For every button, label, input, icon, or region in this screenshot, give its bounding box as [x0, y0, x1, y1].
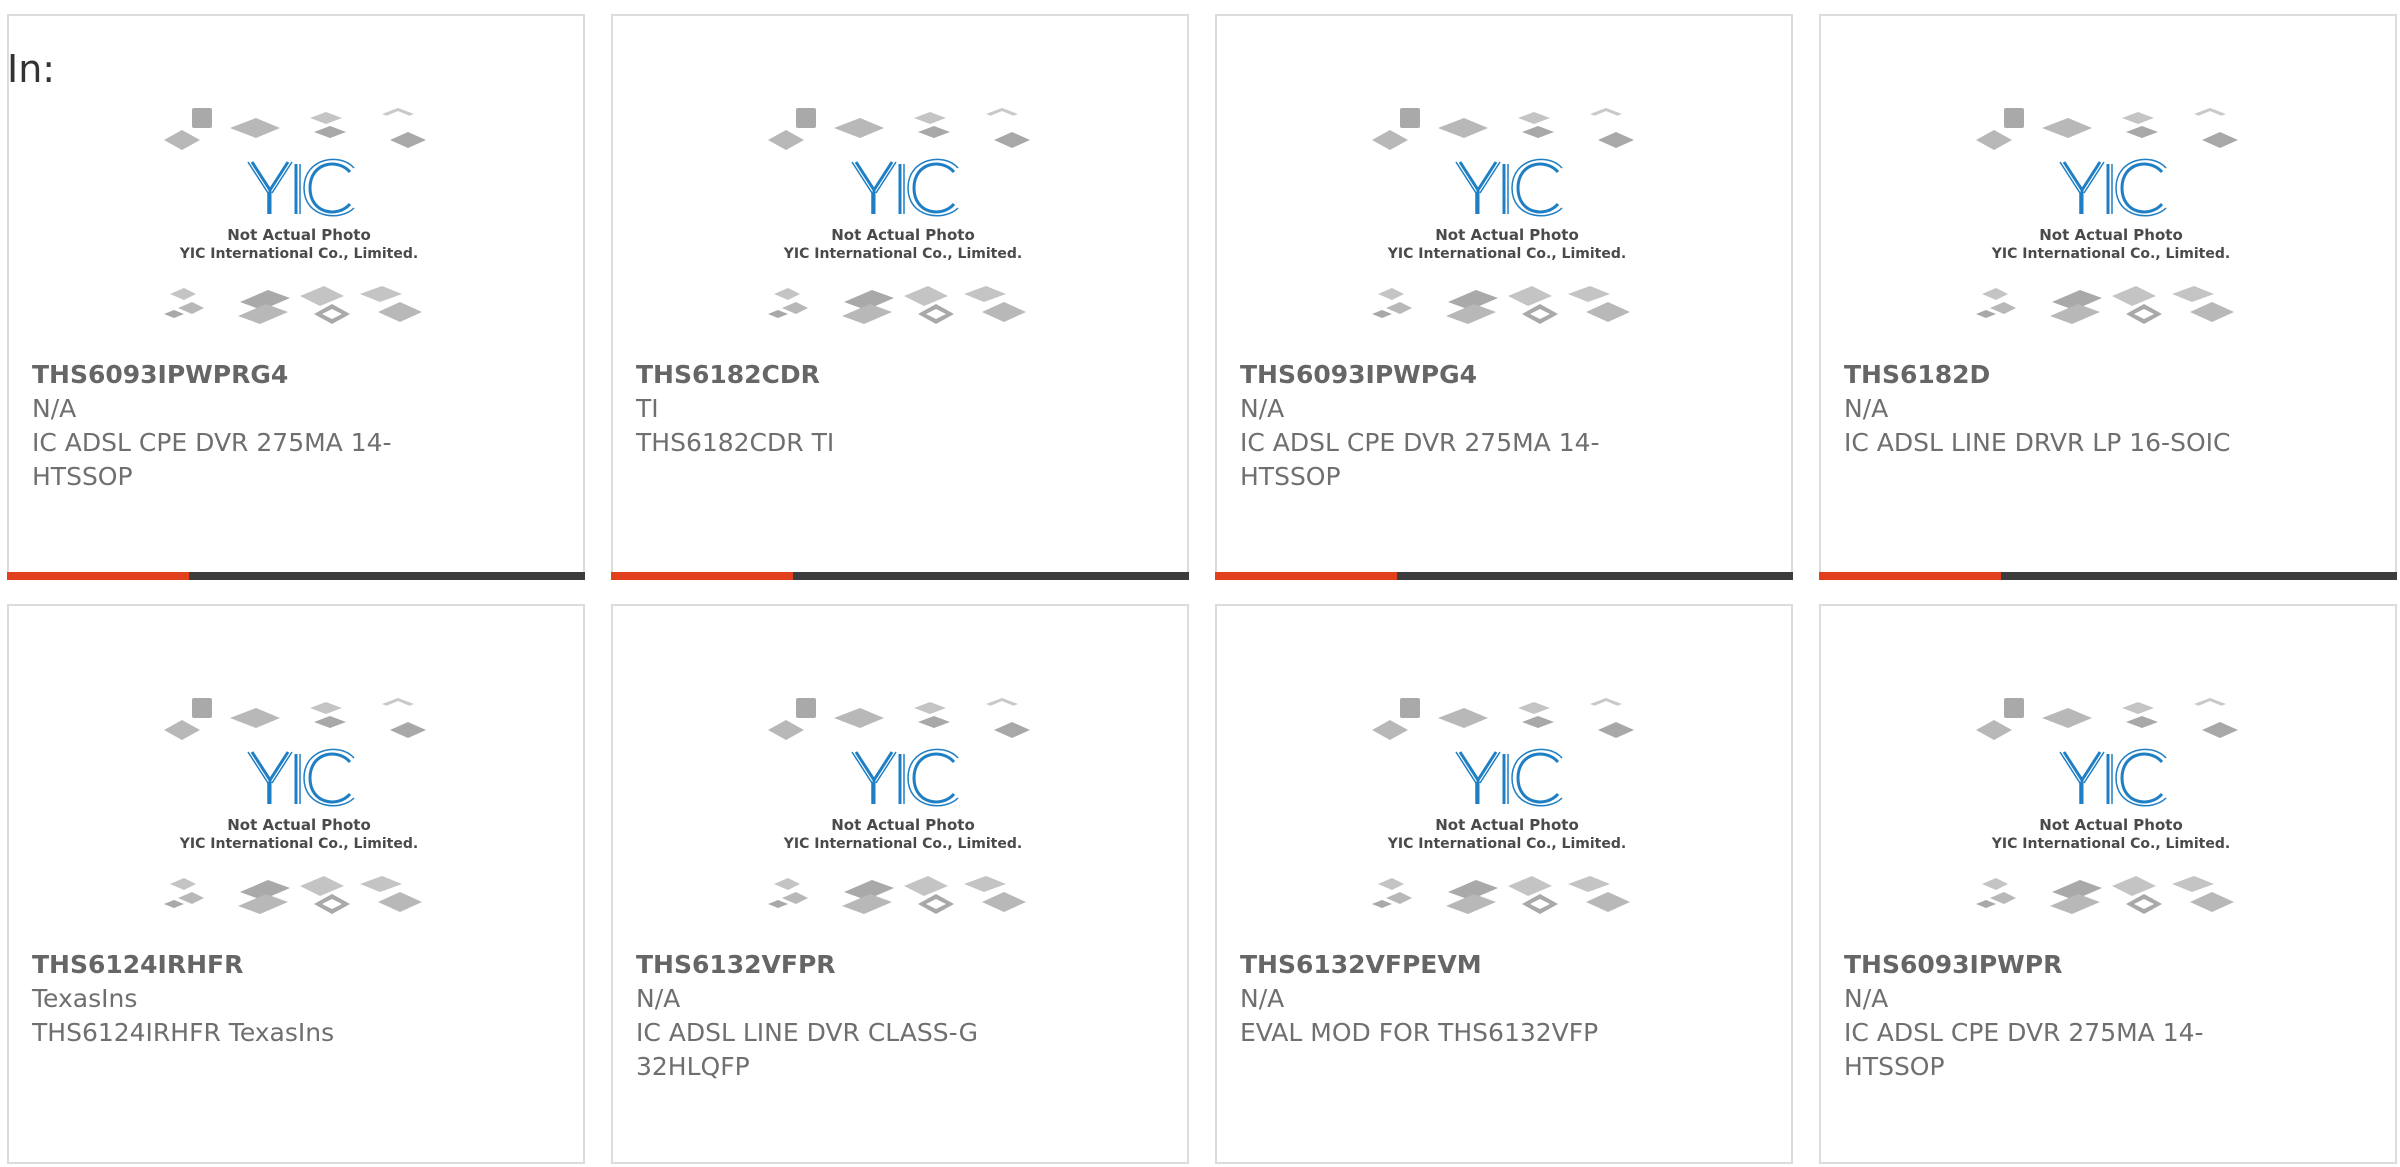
manufacturer-text: TexasIns [32, 984, 138, 1013]
card-bottom-bar-accent [1215, 572, 1397, 580]
product-card-ths6124irhfr[interactable]: Not Actual Photo YIC International Co., … [7, 604, 585, 1164]
manufacturer-text: N/A [636, 984, 681, 1013]
description-text: EVAL MOD FOR THS6132VFP [1240, 1018, 1599, 1047]
photo-caption-line2: YIC International Co., Limited. [179, 246, 418, 262]
chip-package-icons-top [1372, 108, 1634, 150]
manufacturer-text: N/A [1844, 984, 1889, 1013]
card-bottom-bar [1819, 572, 2397, 580]
photo-caption-line2: YIC International Co., Limited. [1991, 836, 2230, 852]
chip-package-icons-top [768, 108, 1030, 150]
card-bottom-bar [7, 572, 585, 580]
not-actual-photo-image[interactable]: Not Actual Photo YIC International Co., … [1372, 692, 1642, 930]
description-text: IC ADSL CPE DVR 275MA 14-HTSSOP [32, 428, 392, 491]
chip-package-icons-bottom [1372, 286, 1630, 324]
product-card-ths6132vfpevm[interactable]: Not Actual Photo YIC International Co., … [1215, 604, 1793, 1164]
part-number-link[interactable]: THS6093IPWPG4 [1240, 358, 1640, 392]
manufacturer-text: N/A [1844, 394, 1889, 423]
description-text: IC ADSL CPE DVR 275MA 14-HTSSOP [1240, 428, 1600, 491]
part-number-link[interactable]: THS6124IRHFR [32, 948, 432, 982]
product-grid: Not Actual Photo YIC International Co., … [7, 14, 2400, 1167]
filter-in-label: In: [7, 47, 56, 91]
chip-package-icons-top [1976, 108, 2238, 150]
product-card-ths6132vfpr[interactable]: Not Actual Photo YIC International Co., … [611, 604, 1189, 1164]
chip-package-icons-bottom [164, 876, 422, 914]
chip-package-icons-bottom [1976, 876, 2234, 914]
photo-caption-line2: YIC International Co., Limited. [1387, 246, 1626, 262]
chip-package-icons-top [164, 108, 426, 150]
yic-logo [2059, 158, 2167, 217]
yic-logo [851, 748, 959, 807]
chip-package-icons-top [1976, 698, 2238, 740]
yic-logo [247, 158, 355, 217]
photo-caption-line1: Not Actual Photo [1435, 816, 1579, 834]
photo-caption-line2: YIC International Co., Limited. [783, 836, 1022, 852]
not-actual-photo-image[interactable]: Not Actual Photo YIC International Co., … [164, 102, 434, 340]
photo-caption-line1: Not Actual Photo [227, 816, 371, 834]
product-info: THS6182D N/A IC ADSL LINE DRVR LP 16-SOI… [1844, 358, 2244, 460]
yic-logo [1455, 158, 1563, 217]
yic-logo [1455, 748, 1563, 807]
description-text: IC ADSL CPE DVR 275MA 14-HTSSOP [1844, 1018, 2204, 1081]
photo-caption-line1: Not Actual Photo [1435, 226, 1579, 244]
product-card-ths6182cdr[interactable]: Not Actual Photo YIC International Co., … [611, 14, 1189, 580]
product-info: THS6124IRHFR TexasIns THS6124IRHFR Texas… [32, 948, 432, 1050]
card-bottom-bar [611, 572, 1189, 580]
product-card-ths6093ipwpr[interactable]: Not Actual Photo YIC International Co., … [1819, 604, 2397, 1164]
manufacturer-text: N/A [1240, 394, 1285, 423]
card-bottom-bar-accent [7, 572, 189, 580]
not-actual-photo-image[interactable]: Not Actual Photo YIC International Co., … [768, 102, 1038, 340]
product-info: THS6093IPWPR N/A IC ADSL CPE DVR 275MA 1… [1844, 948, 2244, 1084]
description-text: IC ADSL LINE DRVR LP 16-SOIC [1844, 428, 2231, 457]
description-text: IC ADSL LINE DVR CLASS-G 32HLQFP [636, 1018, 978, 1081]
part-number-link[interactable]: THS6093IPWPRG4 [32, 358, 432, 392]
description-text: THS6124IRHFR TexasIns [32, 1018, 335, 1047]
photo-caption-line1: Not Actual Photo [831, 816, 975, 834]
product-card-ths6182d[interactable]: Not Actual Photo YIC International Co., … [1819, 14, 2397, 580]
card-bottom-bar [1215, 572, 1793, 580]
product-info: THS6182CDR TI THS6182CDR TI [636, 358, 1036, 460]
product-grid-page: In: Not Actual Photo YIC International C… [0, 0, 2400, 1167]
part-number-link[interactable]: THS6093IPWPR [1844, 948, 2244, 982]
product-card-ths6093ipwprg4[interactable]: Not Actual Photo YIC International Co., … [7, 14, 585, 580]
chip-package-icons-bottom [1372, 876, 1630, 914]
chip-package-icons-top [164, 698, 426, 740]
yic-logo [247, 748, 355, 807]
photo-caption-line2: YIC International Co., Limited. [1991, 246, 2230, 262]
part-number-link[interactable]: THS6132VFPR [636, 948, 1036, 982]
chip-package-icons-bottom [1976, 286, 2234, 324]
product-card-ths6093ipwpg4[interactable]: Not Actual Photo YIC International Co., … [1215, 14, 1793, 580]
photo-caption-line2: YIC International Co., Limited. [179, 836, 418, 852]
part-number-link[interactable]: THS6182D [1844, 358, 2244, 392]
product-info: THS6093IPWPG4 N/A IC ADSL CPE DVR 275MA … [1240, 358, 1640, 494]
not-actual-photo-image[interactable]: Not Actual Photo YIC International Co., … [1372, 102, 1642, 340]
part-number-link[interactable]: THS6182CDR [636, 358, 1036, 392]
manufacturer-text: N/A [1240, 984, 1285, 1013]
card-bottom-bar-accent [1819, 572, 2001, 580]
not-actual-photo-image[interactable]: Not Actual Photo YIC International Co., … [164, 692, 434, 930]
photo-caption-line1: Not Actual Photo [227, 226, 371, 244]
not-actual-photo-image[interactable]: Not Actual Photo YIC International Co., … [768, 692, 1038, 930]
card-bottom-bar-accent [611, 572, 793, 580]
photo-caption-line1: Not Actual Photo [2039, 816, 2183, 834]
chip-package-icons-top [768, 698, 1030, 740]
photo-caption-line1: Not Actual Photo [2039, 226, 2183, 244]
chip-package-icons-top [1372, 698, 1634, 740]
manufacturer-text: TI [636, 394, 659, 423]
not-actual-photo-image[interactable]: Not Actual Photo YIC International Co., … [1976, 692, 2246, 930]
description-text: THS6182CDR TI [636, 428, 835, 457]
not-actual-photo-image[interactable]: Not Actual Photo YIC International Co., … [1976, 102, 2246, 340]
product-info: THS6132VFPR N/A IC ADSL LINE DVR CLASS-G… [636, 948, 1036, 1084]
yic-logo [851, 158, 959, 217]
manufacturer-text: N/A [32, 394, 77, 423]
chip-package-icons-bottom [768, 286, 1026, 324]
chip-package-icons-bottom [164, 286, 422, 324]
product-info: THS6093IPWPRG4 N/A IC ADSL CPE DVR 275MA… [32, 358, 432, 494]
yic-logo [2059, 748, 2167, 807]
part-number-link[interactable]: THS6132VFPEVM [1240, 948, 1640, 982]
photo-caption-line2: YIC International Co., Limited. [1387, 836, 1626, 852]
chip-package-icons-bottom [768, 876, 1026, 914]
photo-caption-line1: Not Actual Photo [831, 226, 975, 244]
product-info: THS6132VFPEVM N/A EVAL MOD FOR THS6132VF… [1240, 948, 1640, 1050]
photo-caption-line2: YIC International Co., Limited. [783, 246, 1022, 262]
